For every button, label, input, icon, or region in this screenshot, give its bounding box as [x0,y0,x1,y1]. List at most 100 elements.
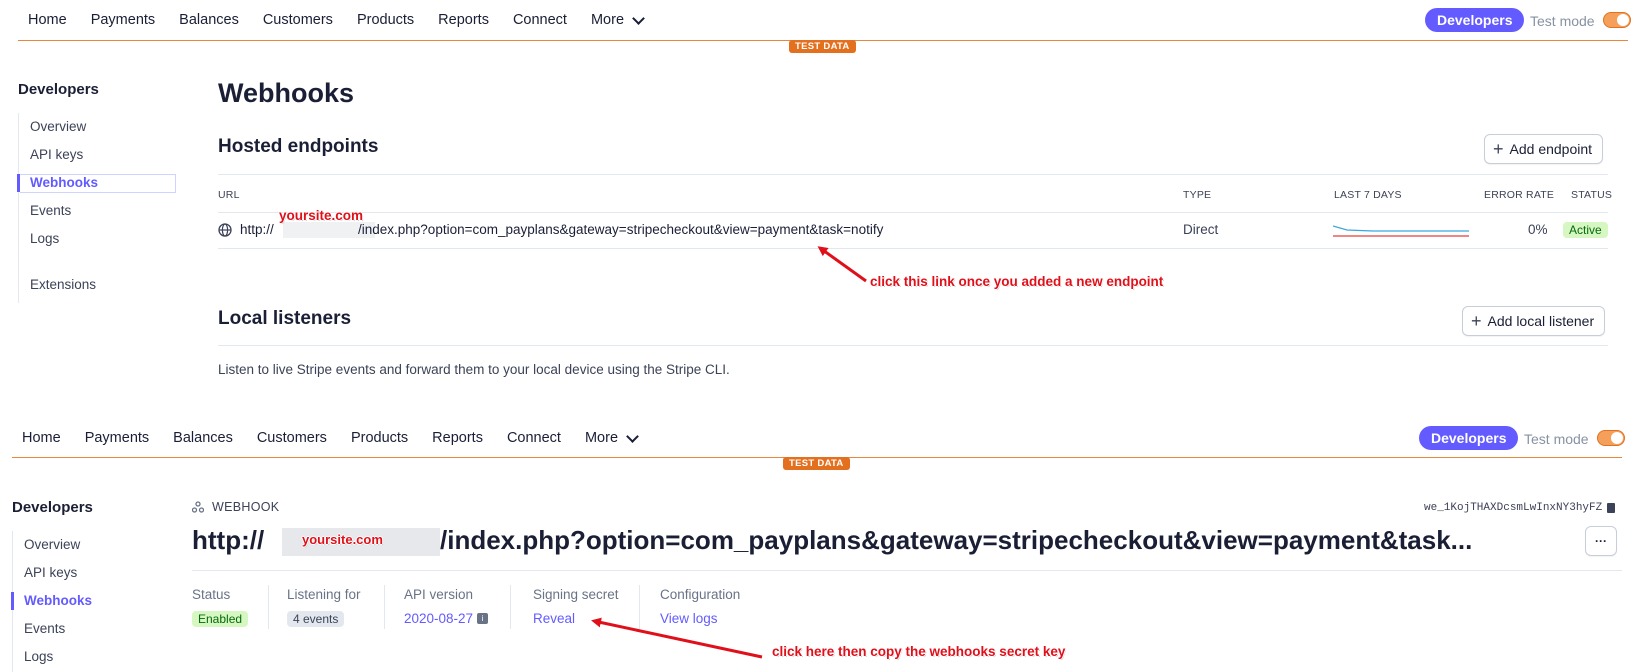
annotation-note-2: click here then copy the webhooks secret… [772,644,1066,659]
nav-home[interactable]: Home [28,12,67,28]
sidebar-item-logs[interactable]: Logs [24,649,53,664]
nav-more-label: More [584,430,619,446]
reveal-secret-link[interactable]: Reveal [533,611,575,626]
nav-products[interactable]: Products [357,12,414,28]
nav-more[interactable]: More [584,429,639,446]
nav-payments[interactable]: Payments [85,430,149,446]
sidebar-item-extensions[interactable]: Extensions [30,277,96,292]
detail-divider [192,570,1622,571]
last7-sparkline [1333,225,1469,237]
nav-customers[interactable]: Customers [263,12,333,28]
hosted-endpoints-title: Hosted endpoints [218,136,379,157]
listening-events-badge: 4 events [287,611,345,627]
sidebar-rail [18,113,19,303]
test-mode-label: Test mode [1530,13,1595,29]
view-logs-link[interactable]: View logs [660,611,718,626]
table-top-divider [218,174,1608,175]
local-divider [218,345,1608,346]
nav-reports[interactable]: Reports [438,12,489,28]
top-nav: Home Payments Balances Customers Product… [28,0,667,40]
nav-payments[interactable]: Payments [91,12,155,28]
sidebar-item-overview[interactable]: Overview [30,119,86,134]
nav-more[interactable]: More [590,11,645,28]
status-enabled-badge: Enabled [192,611,249,627]
globe-icon [218,223,232,237]
sidebar-active-indicator [11,592,14,610]
chevron-down-icon [626,429,639,443]
endpoint-url-prefix: http:// [240,222,274,237]
copy-icon[interactable] [1607,503,1616,513]
webhook-more-button[interactable]: ··· [1585,526,1617,556]
nav-products[interactable]: Products [351,430,408,446]
configuration-label: Configuration [660,587,741,602]
webhook-id[interactable]: we_1KojTHAXDcsmLwInxNY3hyFZ [1424,502,1616,514]
api-version-label: API version [404,587,474,602]
meta-separator [268,585,269,629]
chevron-down-icon [632,11,645,25]
test-mode-label: Test mode [1524,431,1589,447]
sidebar-item-webhooks[interactable]: Webhooks [30,175,98,190]
sidebar-item-events[interactable]: Events [24,621,65,636]
add-local-listener-label: Add local listener [1487,313,1595,329]
add-endpoint-label: Add endpoint [1509,141,1593,157]
add-endpoint-button[interactable]: + Add endpoint [1484,134,1604,164]
page-title: Webhooks [218,78,355,108]
webhook-url-prefix: http:// [192,525,265,555]
local-listeners-title: Local listeners [218,308,352,329]
add-local-listener-button[interactable]: + Add local listener [1462,306,1606,336]
annotation-note-1: click this link once you added a new end… [870,274,1164,289]
sidebar-title: Developers [18,81,99,98]
meta-separator [639,585,640,629]
status-badge: Active [1563,222,1608,238]
plus-icon: + [1493,139,1504,159]
webhook-label: WEBHOOK [212,500,280,514]
sidebar-title: Developers [12,499,93,516]
sidebar-item-overview[interactable]: Overview [24,537,80,552]
test-data-badge: TEST DATA [783,457,850,470]
col-last7: LAST 7 DAYS [1334,189,1402,201]
sidebar-item-logs[interactable]: Logs [30,231,59,246]
test-data-badge: TEST DATA [789,40,856,53]
nav-reports[interactable]: Reports [432,430,483,446]
webhook-url-suffix: /index.php?option=com_payplans&gateway=s… [440,525,1473,555]
nav-more-label: More [590,12,625,28]
nav-connect[interactable]: Connect [507,430,561,446]
sidebar-item-api-keys[interactable]: API keys [30,147,83,162]
test-mode-toggle[interactable] [1603,12,1631,28]
yoursite-annotation-1: yoursite.com [279,208,364,223]
developers-button[interactable]: Developers [1419,426,1519,450]
endpoint-row[interactable]: http:// /index.php?option=com_payplans&g… [218,213,1608,248]
sidebar-item-webhooks[interactable]: Webhooks [24,593,92,608]
plus-icon: + [1471,311,1482,331]
signing-secret-label: Signing secret [533,587,619,602]
col-status: STATUS [1571,189,1613,201]
nav-balances[interactable]: Balances [179,12,239,28]
endpoint-type: Direct [1183,222,1219,237]
nav-home[interactable]: Home [22,430,61,446]
api-version-value[interactable]: 2020-08-27 i [404,611,489,626]
top-nav-2: Home Payments Balances Customers Product… [22,418,661,458]
sidebar-item-events[interactable]: Events [30,203,71,218]
nav-connect[interactable]: Connect [513,12,567,28]
status-label: Status [192,587,231,602]
local-listeners-description: Listen to live Stripe events and forward… [218,362,730,377]
endpoint-error-rate: 0% [1528,222,1548,237]
webhook-url-heading: http:// /index.php?option=com_payplans&g… [192,525,1572,559]
col-type: TYPE [1183,189,1212,201]
endpoint-url-suffix: /index.php?option=com_payplans&gateway=s… [358,222,884,237]
col-url: URL [218,189,240,201]
row-divider [218,248,1608,249]
webhook-id-text: we_1KojTHAXDcsmLwInxNY3hyFZ [1424,502,1603,514]
meta-separator [510,585,511,629]
listening-label: Listening for [287,587,361,602]
meta-separator [384,585,385,629]
webhook-icon [192,501,204,513]
developers-button[interactable]: Developers [1425,8,1525,32]
nav-balances[interactable]: Balances [173,430,233,446]
nav-customers[interactable]: Customers [257,430,327,446]
col-error-rate: ERROR RATE [1484,189,1555,201]
api-version-text: 2020-08-27 [404,611,474,626]
sidebar-item-api-keys[interactable]: API keys [24,565,77,580]
yoursite-annotation-2: yoursite.com [302,532,383,547]
test-mode-toggle[interactable] [1597,430,1625,446]
